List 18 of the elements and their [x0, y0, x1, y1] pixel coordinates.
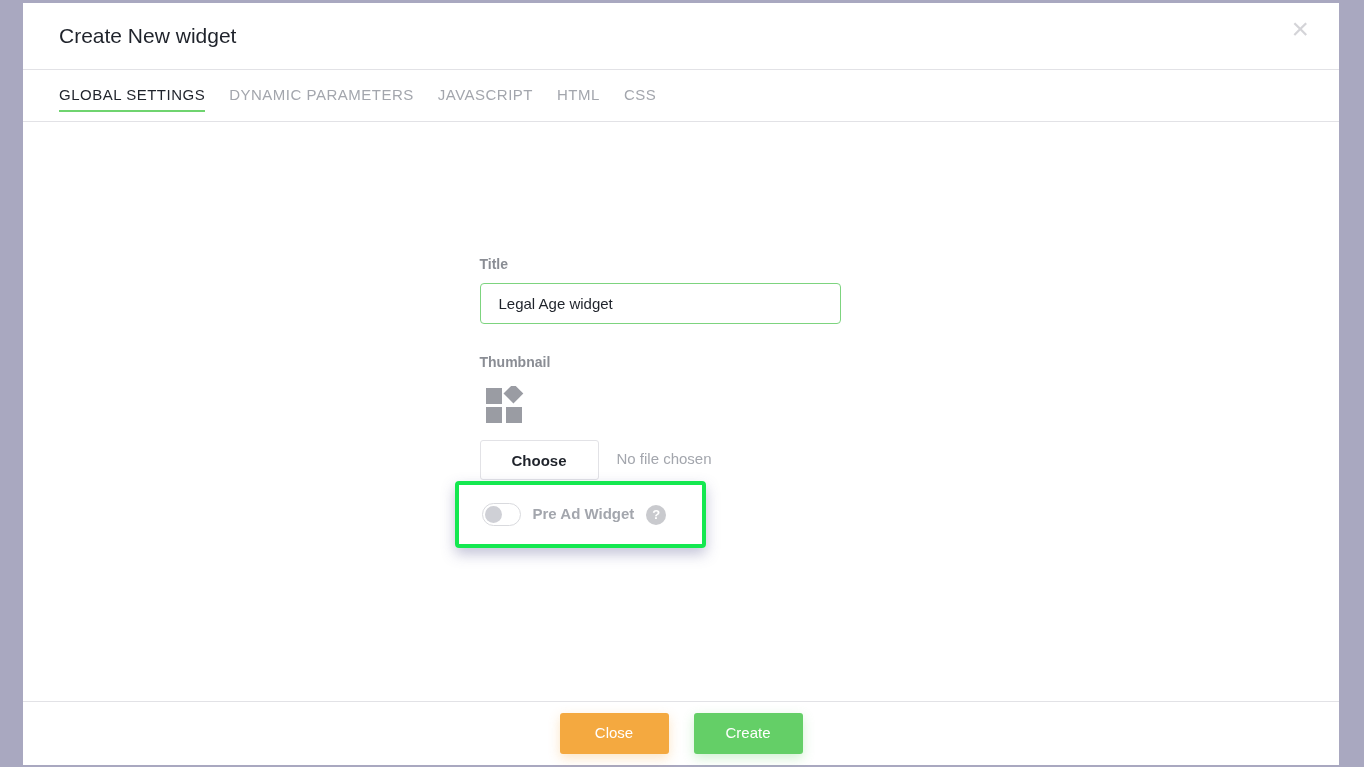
close-button[interactable]: Close — [559, 713, 669, 754]
tab[interactable]: DYNAMIC PARAMETERS — [229, 79, 414, 112]
tab[interactable]: CSS — [623, 79, 657, 112]
choose-file-button[interactable]: Choose — [479, 440, 599, 480]
help-icon[interactable]: ? — [646, 504, 667, 525]
title-input[interactable]: Legal Age widget — [479, 283, 841, 324]
field-label: Thumbnail — [479, 353, 552, 372]
field-label: Title — [479, 255, 510, 274]
close-button[interactable]: × — [1291, 14, 1309, 44]
toggle-label: Pre Ad Widget — [532, 504, 635, 525]
tab[interactable]: HTML — [557, 79, 600, 112]
tab[interactable]: GLOBAL SETTINGS — [59, 79, 206, 112]
widgets-icon — [485, 386, 525, 424]
tab[interactable]: JAVASCRIPT — [437, 79, 534, 112]
create-button[interactable]: Create — [693, 713, 803, 754]
dialog-title: Create New widget — [59, 23, 237, 50]
file-status: No file chosen — [616, 448, 712, 469]
toggle-switch[interactable] — [481, 503, 521, 526]
